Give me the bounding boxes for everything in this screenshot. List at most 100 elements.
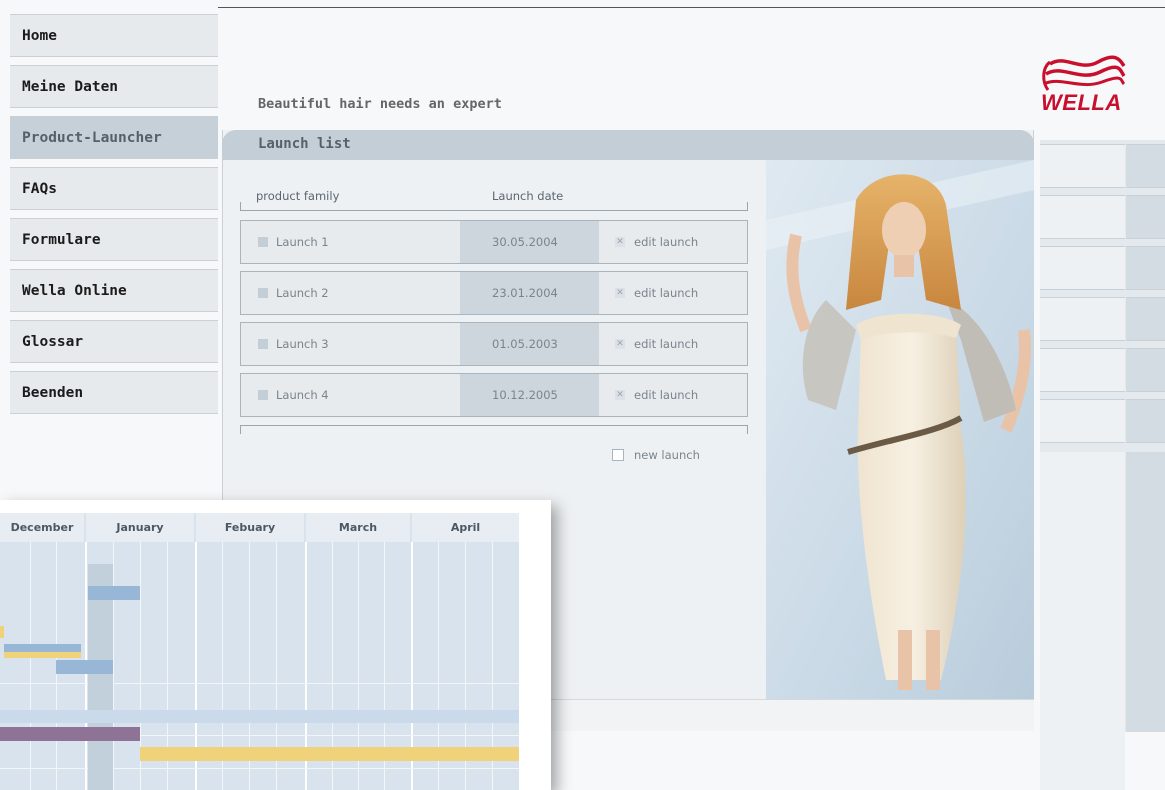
sidebar-item-glossar[interactable]: Glossar — [10, 320, 218, 363]
square-icon — [258, 339, 268, 349]
launch-calendar: December January Febuary March April — [0, 500, 551, 790]
product-cell: Launch 1 — [241, 221, 460, 263]
product-cell: Launch 3 — [241, 323, 460, 365]
month-header-febuary: Febuary — [196, 513, 304, 542]
timeline-bar[interactable] — [0, 626, 4, 638]
right-column — [1126, 452, 1165, 732]
sidebar-item-faqs[interactable]: FAQs — [10, 167, 218, 210]
new-launch-label: new launch — [634, 448, 700, 462]
right-cell — [1126, 246, 1165, 290]
grid-line — [113, 542, 114, 790]
model-photo — [766, 160, 1034, 700]
edit-launch-label: edit launch — [634, 286, 699, 300]
launch-name: Launch 4 — [276, 388, 329, 402]
header-rule — [240, 210, 748, 211]
grid-line — [30, 542, 31, 790]
footer-rule-tick — [747, 425, 748, 434]
edit-launch-button[interactable]: ✕ edit launch — [599, 323, 747, 365]
right-cell — [1126, 399, 1165, 443]
right-cell — [1040, 246, 1125, 290]
sidebar-item-label: Home — [22, 27, 57, 44]
edit-launch-button[interactable]: ✕ edit launch — [599, 272, 747, 314]
edit-launch-label: edit launch — [634, 235, 699, 249]
sidebar-item-label: FAQs — [22, 180, 57, 197]
sidebar-item-wella-online[interactable]: Wella Online — [10, 269, 218, 312]
right-cell — [1040, 399, 1125, 443]
footer-rule-tick — [240, 425, 241, 434]
right-cell — [1040, 144, 1125, 188]
right-cell — [1126, 297, 1165, 341]
right-cell — [1126, 348, 1165, 392]
sidebar-item-product-launcher[interactable]: Product-Launcher — [10, 116, 218, 159]
grid-line — [0, 683, 519, 684]
sidebar-item-label: Meine Daten — [22, 78, 119, 95]
edit-launch-button[interactable]: ✕ edit launch — [599, 374, 747, 416]
sidebar-item-label: Product-Launcher — [22, 129, 162, 146]
square-icon — [258, 288, 268, 298]
table-row: Launch 3 01.05.2003 ✕ edit launch — [240, 322, 748, 366]
timeline-bar[interactable] — [0, 727, 140, 741]
month-header-january: January — [86, 513, 194, 542]
table-row: Launch 4 10.12.2005 ✕ edit launch — [240, 373, 748, 417]
column-header-launch-date: Launch date — [492, 189, 564, 203]
top-rule — [218, 7, 1165, 8]
header-rule-tick — [240, 202, 241, 211]
x-box-icon: ✕ — [615, 237, 625, 247]
timeline-bar[interactable] — [4, 644, 81, 652]
grid-line — [0, 768, 519, 769]
sidebar-item-beenden[interactable]: Beenden — [10, 371, 218, 414]
month-header-december: December — [0, 513, 84, 542]
right-cell — [1040, 195, 1125, 239]
launch-name: Launch 1 — [276, 235, 329, 249]
timeline-bar[interactable] — [4, 652, 81, 658]
sidebar-item-label: Beenden — [22, 384, 84, 401]
launch-name: Launch 2 — [276, 286, 329, 300]
x-box-icon: ✕ — [615, 288, 625, 298]
square-icon — [258, 237, 268, 247]
sidebar-item-label: Glossar — [22, 333, 84, 350]
right-column — [1040, 452, 1125, 790]
right-cell — [1040, 348, 1125, 392]
sidebar-item-label: Wella Online — [22, 282, 127, 299]
date-cell: 30.05.2004 — [460, 221, 599, 263]
date-cell: 10.12.2005 — [460, 374, 599, 416]
right-cell — [1040, 297, 1125, 341]
right-cell — [1126, 144, 1165, 188]
header-rule-tick — [747, 202, 748, 211]
footer-rule — [240, 425, 748, 426]
sidebar-nav: Home Meine Daten Product-Launcher FAQs F… — [10, 14, 218, 422]
table-row: Launch 2 23.01.2004 ✕ edit launch — [240, 271, 748, 315]
product-cell: Launch 4 — [241, 374, 460, 416]
date-cell: 01.05.2003 — [460, 323, 599, 365]
sidebar-item-formulare[interactable]: Formulare — [10, 218, 218, 261]
timeline-bar[interactable] — [88, 586, 140, 600]
edit-launch-label: edit launch — [634, 337, 699, 351]
right-cell — [1126, 195, 1165, 239]
sidebar-item-label: Formulare — [22, 231, 101, 248]
month-header-april: April — [412, 513, 519, 542]
checkbox-icon[interactable] — [612, 449, 624, 461]
launch-date: 23.01.2004 — [492, 286, 558, 300]
x-box-icon: ✕ — [615, 390, 625, 400]
date-cell: 23.01.2004 — [460, 272, 599, 314]
launch-date: 01.05.2003 — [492, 337, 558, 351]
timeline-bar[interactable] — [56, 660, 113, 674]
launch-date: 30.05.2004 — [492, 235, 558, 249]
month-header-march: March — [306, 513, 410, 542]
sidebar-item-home[interactable]: Home — [10, 14, 218, 57]
timeline-bar[interactable] — [0, 710, 519, 723]
wella-logo-text: WELLA — [1041, 90, 1122, 115]
launch-name: Launch 3 — [276, 337, 329, 351]
edit-launch-button[interactable]: ✕ edit launch — [599, 221, 747, 263]
tagline: Beautiful hair needs an expert — [258, 96, 502, 112]
sidebar-item-meine-daten[interactable]: Meine Daten — [10, 65, 218, 108]
product-cell: Launch 2 — [241, 272, 460, 314]
table-row: Launch 1 30.05.2004 ✕ edit launch — [240, 220, 748, 264]
panel-title: Launch list — [258, 136, 351, 152]
new-launch-button[interactable]: new launch — [612, 448, 700, 462]
column-header-product-family: product family — [256, 189, 340, 203]
square-icon — [258, 390, 268, 400]
x-box-icon: ✕ — [615, 339, 625, 349]
timeline-bar[interactable] — [140, 747, 519, 761]
edit-launch-label: edit launch — [634, 388, 699, 402]
